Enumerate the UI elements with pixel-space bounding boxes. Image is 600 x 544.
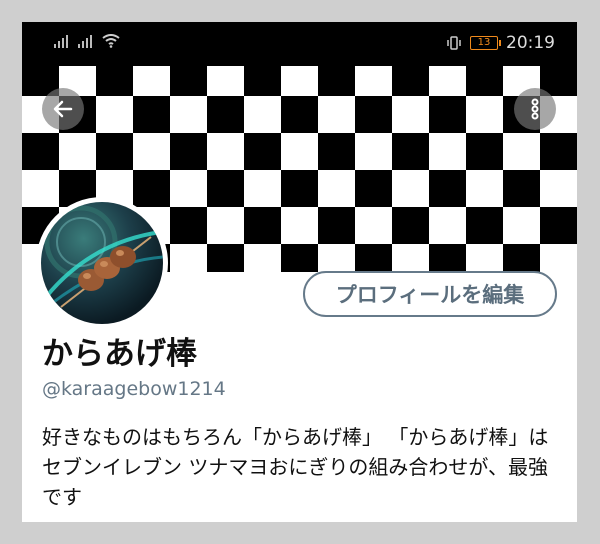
vibrate-icon [447,36,461,50]
status-bar: 13 20:19 [22,22,577,66]
signal-icon [78,34,92,48]
edit-profile-button[interactable]: プロフィールを編集 [303,271,557,317]
arrow-left-icon [53,100,73,118]
status-left [54,34,120,48]
profile-display-name: からあげ棒 [42,336,197,372]
avatar-image [41,202,163,324]
battery-level: 13 [477,37,491,48]
profile-screen: 13 20:19 プロフィールを編集 からあげ棒 @karaagebow1214… [22,22,577,522]
avatar-illustration [41,205,163,314]
battery-icon: 13 [470,36,501,50]
profile-bio: 好きなものはもちろん「からあげ棒」 「からあげ棒」はセブンイレブン ツナマヨおに… [42,425,549,509]
status-right: 13 20:19 [446,33,555,53]
signal-icon [54,34,68,48]
more-vertical-icon [531,98,539,120]
avatar[interactable] [36,197,168,329]
back-button[interactable] [42,88,84,130]
profile-handle: @karaagebow1214 [42,378,226,400]
status-time: 20:19 [506,33,555,53]
wifi-icon [102,34,120,48]
more-options-button[interactable] [514,88,556,130]
